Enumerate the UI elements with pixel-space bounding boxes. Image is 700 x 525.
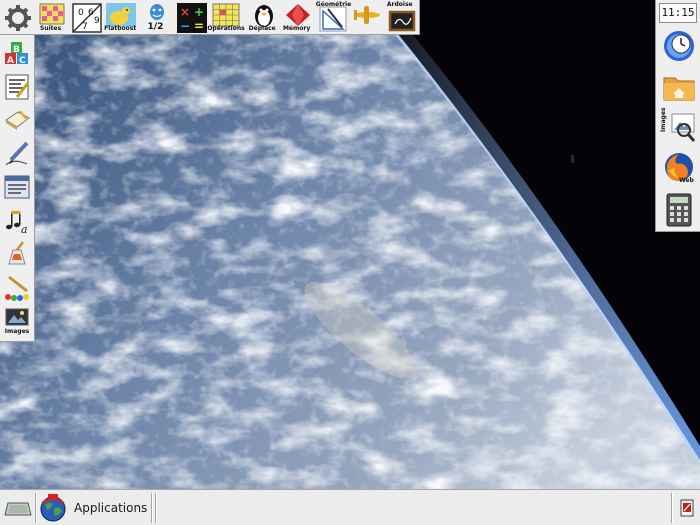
right-launcher-item-0[interactable] [661, 28, 697, 64]
airplane-icon [354, 5, 381, 24]
show-desktop-icon [4, 502, 32, 516]
left-launcher-item-1[interactable] [2, 72, 32, 102]
left-launcher-item-3[interactable] [2, 139, 32, 169]
left-launcher-label: Images [4, 328, 30, 335]
show-desktop-button[interactable] [4, 497, 32, 519]
operations-grid-icon [212, 3, 240, 26]
paint-icon [8, 241, 26, 265]
svg-text:=: = [194, 19, 204, 33]
top-launcher-label: Mémory [282, 24, 311, 32]
top-launcher-item-4[interactable]: 1/2 [140, 1, 170, 34]
top-launcher-item-11[interactable]: Ardoise [385, 1, 415, 34]
svg-text:9: 9 [94, 16, 100, 26]
right-launcher-label: Images [660, 107, 667, 132]
left-launcher-item-6[interactable] [2, 239, 32, 269]
calculator-icon [666, 193, 692, 227]
svg-text:B: B [13, 45, 20, 55]
home-folder-icon [663, 77, 695, 101]
right-launcher-item-3[interactable]: Web [661, 150, 697, 186]
svg-text:A: A [7, 56, 14, 66]
right-launcher-item-4[interactable] [661, 192, 697, 228]
window-list-area[interactable] [160, 494, 665, 522]
top-launcher-label: 1/2 [147, 21, 164, 32]
left-launcher-panel: A C B a Images [0, 35, 35, 342]
top-launcher-item-8[interactable]: Mémory [281, 1, 311, 34]
geometry-icon [319, 6, 347, 31]
grid-suites-icon [39, 3, 65, 24]
panel-separator [671, 493, 673, 523]
left-launcher-item-0[interactable]: A C B [2, 38, 32, 68]
drawing-pen-icon [5, 141, 29, 165]
applications-label: Applications [74, 501, 148, 515]
svg-text:a: a [21, 223, 28, 235]
svg-text:C: C [19, 56, 26, 66]
flatboost-icon [106, 2, 137, 27]
math-operations-icon: × + − = [176, 2, 207, 33]
tray-application-icon [680, 499, 694, 517]
top-launcher-item-10[interactable] [350, 1, 381, 34]
top-launcher-item-3[interactable]: Flatboost [104, 1, 136, 34]
top-launcher-item-6[interactable]: Opérations [207, 1, 245, 34]
alphabet-blocks-icon: A C B [5, 42, 28, 66]
earth-orbit-wallpaper [0, 0, 700, 525]
gem-icon [286, 3, 311, 26]
top-launcher-item-5[interactable]: × + − = [175, 1, 207, 34]
clock-globe-icon [664, 31, 694, 61]
bottom-panel: Applications [0, 489, 700, 525]
panel-separator [35, 493, 37, 523]
paint-palette-icon [5, 275, 29, 301]
applications-menu-button[interactable]: Applications [38, 492, 148, 524]
svg-text:+: + [194, 5, 204, 19]
right-launcher-item-1[interactable] [661, 70, 697, 106]
panel-separator [155, 493, 157, 523]
text-editor-icon [5, 74, 30, 99]
left-launcher-item-4[interactable] [2, 172, 32, 202]
top-launcher-item-9[interactable]: Géométrie [316, 1, 351, 34]
top-launcher-label: Ardoise [386, 0, 413, 8]
penguin-icon [255, 4, 274, 27]
tray-application-button[interactable] [680, 499, 694, 517]
top-launcher-item-1[interactable]: Suites [35, 1, 65, 34]
top-launcher-panel: Suites 0 6 9 7 Flatboost 1/2 × + − = Opé… [0, 0, 420, 35]
top-launcher-item-7[interactable]: Déplace [247, 1, 277, 34]
svg-text:−: − [180, 19, 190, 33]
top-launcher-item-0[interactable] [1, 1, 31, 34]
gear-icon [5, 4, 31, 31]
images-viewer-icon [5, 308, 29, 326]
document-icon [4, 175, 30, 199]
notebook-icon [5, 110, 30, 130]
top-launcher-label: Opérations [207, 24, 245, 32]
left-launcher-item-8[interactable]: Images [2, 306, 32, 336]
slate-icon [388, 10, 415, 31]
panel-separator [151, 493, 153, 523]
svg-text:0: 0 [78, 8, 84, 18]
top-launcher-item-2[interactable]: 0 6 9 7 [70, 1, 102, 34]
right-launcher-panel: 11:15 Images Web [655, 0, 700, 232]
right-launcher-item-2[interactable]: Images [660, 107, 697, 146]
top-launcher-label: Flatboost [104, 24, 137, 32]
svg-text:×: × [180, 5, 190, 19]
clock[interactable]: 11:15 [659, 3, 697, 23]
left-launcher-item-5[interactable]: a [2, 206, 32, 236]
globe-menu-icon [40, 494, 66, 522]
left-launcher-item-2[interactable] [2, 105, 32, 135]
svg-text:7: 7 [82, 22, 88, 32]
top-launcher-label: Suites [40, 24, 62, 32]
left-launcher-item-7[interactable] [2, 273, 32, 303]
music-letters-icon: a [6, 210, 28, 235]
desktop[interactable]: Suites 0 6 9 7 Flatboost 1/2 × + − = Opé… [0, 0, 700, 525]
right-launcher-label: Web [679, 177, 694, 184]
numbers-icon: 0 6 9 7 [72, 2, 102, 33]
top-launcher-label: Déplace [248, 24, 276, 32]
